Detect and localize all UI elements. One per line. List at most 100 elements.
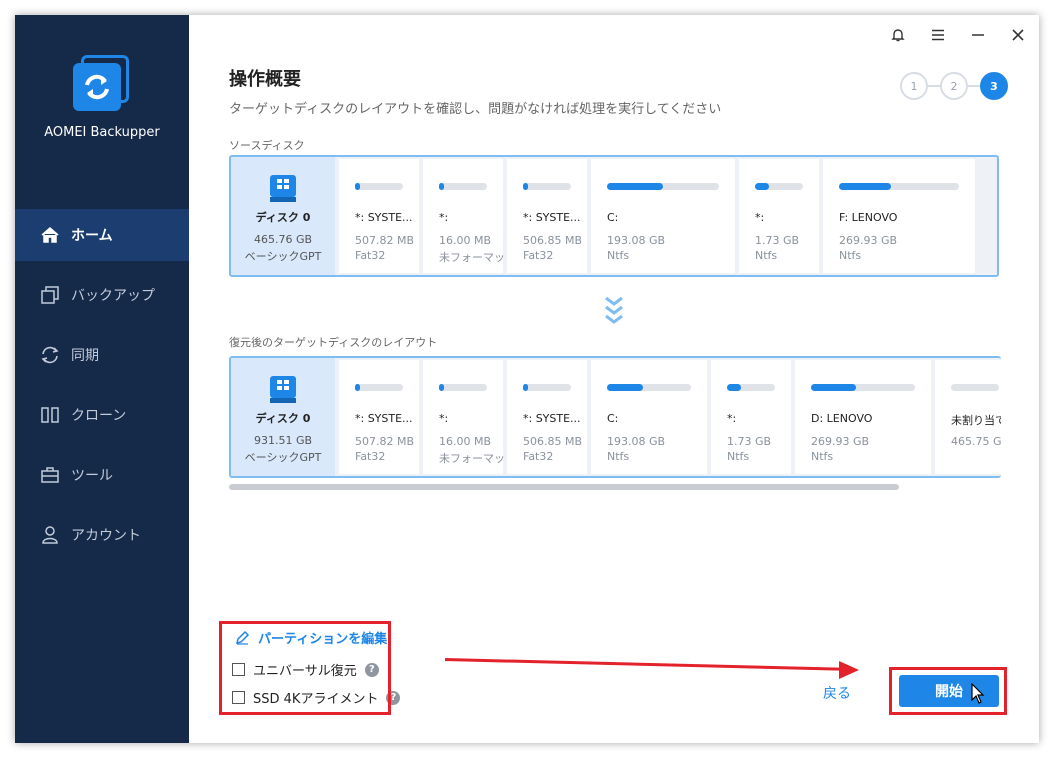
menu-icon[interactable] <box>926 23 950 47</box>
partition-size: 507.82 MB <box>355 435 415 448</box>
horizontal-scrollbar[interactable] <box>229 484 899 490</box>
step-2: 2 <box>940 72 968 100</box>
sidebar-item-sync[interactable]: 同期 <box>15 329 189 381</box>
usage-bar <box>727 384 775 391</box>
clone-icon <box>39 404 61 426</box>
disk-type: ベーシックGPT <box>244 250 322 263</box>
partition-card[interactable]: C: 193.08 GB Ntfs <box>591 159 735 273</box>
usage-bar-fill <box>523 384 528 391</box>
partition-name: *: SYSTE... <box>355 211 413 224</box>
usage-bar <box>439 384 487 391</box>
usage-bar <box>951 384 999 391</box>
close-icon[interactable] <box>1006 23 1030 47</box>
partition-size: 465.75 GB <box>951 435 1001 448</box>
sidebar-item-home[interactable]: ホーム <box>15 209 189 261</box>
partition-name: D: LENOVO <box>811 412 873 425</box>
usage-bar <box>839 183 959 190</box>
partition-name: *: <box>439 412 449 425</box>
usage-bar <box>523 384 571 391</box>
usage-bar-fill <box>355 183 360 190</box>
partition-size: 193.08 GB <box>607 435 666 448</box>
partition-size: 269.93 GB <box>811 435 870 448</box>
usage-bar-fill <box>607 384 644 391</box>
source-disk-info[interactable]: ディスク 0 465.76 GB ベーシックGPT <box>231 157 335 275</box>
usage-bar-fill <box>355 384 360 391</box>
partition-card[interactable]: *: 16.00 MB 未フォーマット <box>423 159 516 273</box>
partition-filesystem: Ntfs <box>607 249 630 262</box>
target-disk-label: 復元後のターゲットディスクのレイアウト <box>229 336 438 349</box>
partition-size: 1.73 GB <box>727 435 772 448</box>
home-icon <box>39 224 61 246</box>
usage-bar-fill <box>727 384 742 391</box>
partition-name: *: SYSTE... <box>523 211 581 224</box>
usage-bar-fill <box>607 183 663 190</box>
usage-bar <box>811 384 915 391</box>
usage-bar <box>355 384 403 391</box>
bell-icon[interactable] <box>886 23 910 47</box>
partition-name: C: <box>607 412 619 425</box>
partition-card[interactable]: *: 16.00 MB 未フォーマット <box>423 360 516 474</box>
partition-filesystem: 未フォーマット <box>439 251 516 264</box>
target-disk-info[interactable]: ディスク 0 931.51 GB ベーシックGPT <box>231 358 335 476</box>
chevrons-down-icon <box>603 295 625 331</box>
partition-card[interactable]: *: SYSTE... 507.82 MB Fat32 <box>339 360 419 474</box>
partition-name: *: <box>727 412 737 425</box>
page-subtitle: ターゲットディスクのレイアウトを確認し、問題がなければ処理を実行してください <box>229 102 722 117</box>
partition-name: *: SYSTE... <box>523 412 581 425</box>
partition-name: *: <box>439 211 449 224</box>
partition-filesystem: Fat32 <box>523 249 554 262</box>
partition-filesystem: Ntfs <box>755 249 778 262</box>
minimize-icon[interactable] <box>966 23 990 47</box>
partition-filesystem: Ntfs <box>727 450 750 463</box>
partition-size: 16.00 MB <box>439 234 492 247</box>
partition-card[interactable]: *: SYSTE... 507.82 MB Fat32 <box>339 159 419 273</box>
back-button[interactable]: 戻る <box>823 683 851 703</box>
partition-filesystem: Ntfs <box>811 450 834 463</box>
step-connector <box>968 85 980 87</box>
highlight-box-start <box>889 667 1007 715</box>
usage-bar-fill <box>755 183 770 190</box>
sidebar: AOMEI Backupper ホーム バックアップ 同期 クローン ツール ア… <box>15 15 189 743</box>
usage-bar-fill <box>439 183 444 190</box>
sidebar-item-clone[interactable]: クローン <box>15 389 189 441</box>
disk-size: 931.51 GB <box>253 434 313 447</box>
partition-card[interactable]: C: 193.08 GB Ntfs <box>591 360 707 474</box>
usage-bar <box>755 183 803 190</box>
usage-bar <box>439 183 487 190</box>
partition-card[interactable]: *: SYSTE... 506.85 MB Fat32 <box>507 360 587 474</box>
partition-card[interactable]: *: 1.73 GB Ntfs <box>739 159 819 273</box>
source-disk-panel: ディスク 0 465.76 GB ベーシックGPT *: SYSTE... 507… <box>229 155 999 277</box>
sync-icon <box>39 344 61 366</box>
partition-card[interactable]: F: LENOVO 269.93 GB Ntfs <box>823 159 975 273</box>
partition-size: 506.85 MB <box>523 234 583 247</box>
step-1: 1 <box>900 72 928 100</box>
highlight-arrow <box>444 658 845 671</box>
partition-filesystem: Ntfs <box>839 249 862 262</box>
partition-card[interactable]: *: SYSTE... 506.85 MB Fat32 <box>507 159 587 273</box>
source-disk-label: ソースディスク <box>229 139 305 152</box>
partition-filesystem: Ntfs <box>607 450 630 463</box>
sidebar-item-label: クローン <box>71 408 127 424</box>
disk-name: ディスク 0 <box>255 211 311 224</box>
partition-card[interactable]: *: 1.73 GB Ntfs <box>711 360 791 474</box>
app-logo <box>73 55 131 111</box>
disk-type: ベーシックGPT <box>244 451 322 464</box>
sidebar-item-label: ホーム <box>71 228 113 244</box>
partition-card[interactable]: D: LENOVO 269.93 GB Ntfs <box>795 360 931 474</box>
usage-bar-fill <box>839 183 891 190</box>
partition-size: 269.93 GB <box>839 234 898 247</box>
sidebar-item-account[interactable]: アカウント <box>15 509 189 561</box>
page-title: 操作概要 <box>229 69 301 90</box>
usage-bar-fill <box>523 183 528 190</box>
partition-card[interactable]: 未割り当て 465.75 GB <box>935 360 1001 474</box>
backup-icon <box>39 284 61 306</box>
highlight-arrowhead <box>839 661 859 679</box>
app-window: AOMEI Backupper ホーム バックアップ 同期 クローン ツール ア… <box>15 15 1039 743</box>
usage-bar-fill <box>439 384 444 391</box>
sidebar-item-backup[interactable]: バックアップ <box>15 269 189 321</box>
sidebar-item-label: アカウント <box>71 528 141 544</box>
disk-size: 465.76 GB <box>253 233 313 246</box>
partition-size: 1.73 GB <box>755 234 800 247</box>
disk-name: ディスク 0 <box>255 412 311 425</box>
sidebar-item-tools[interactable]: ツール <box>15 449 189 501</box>
